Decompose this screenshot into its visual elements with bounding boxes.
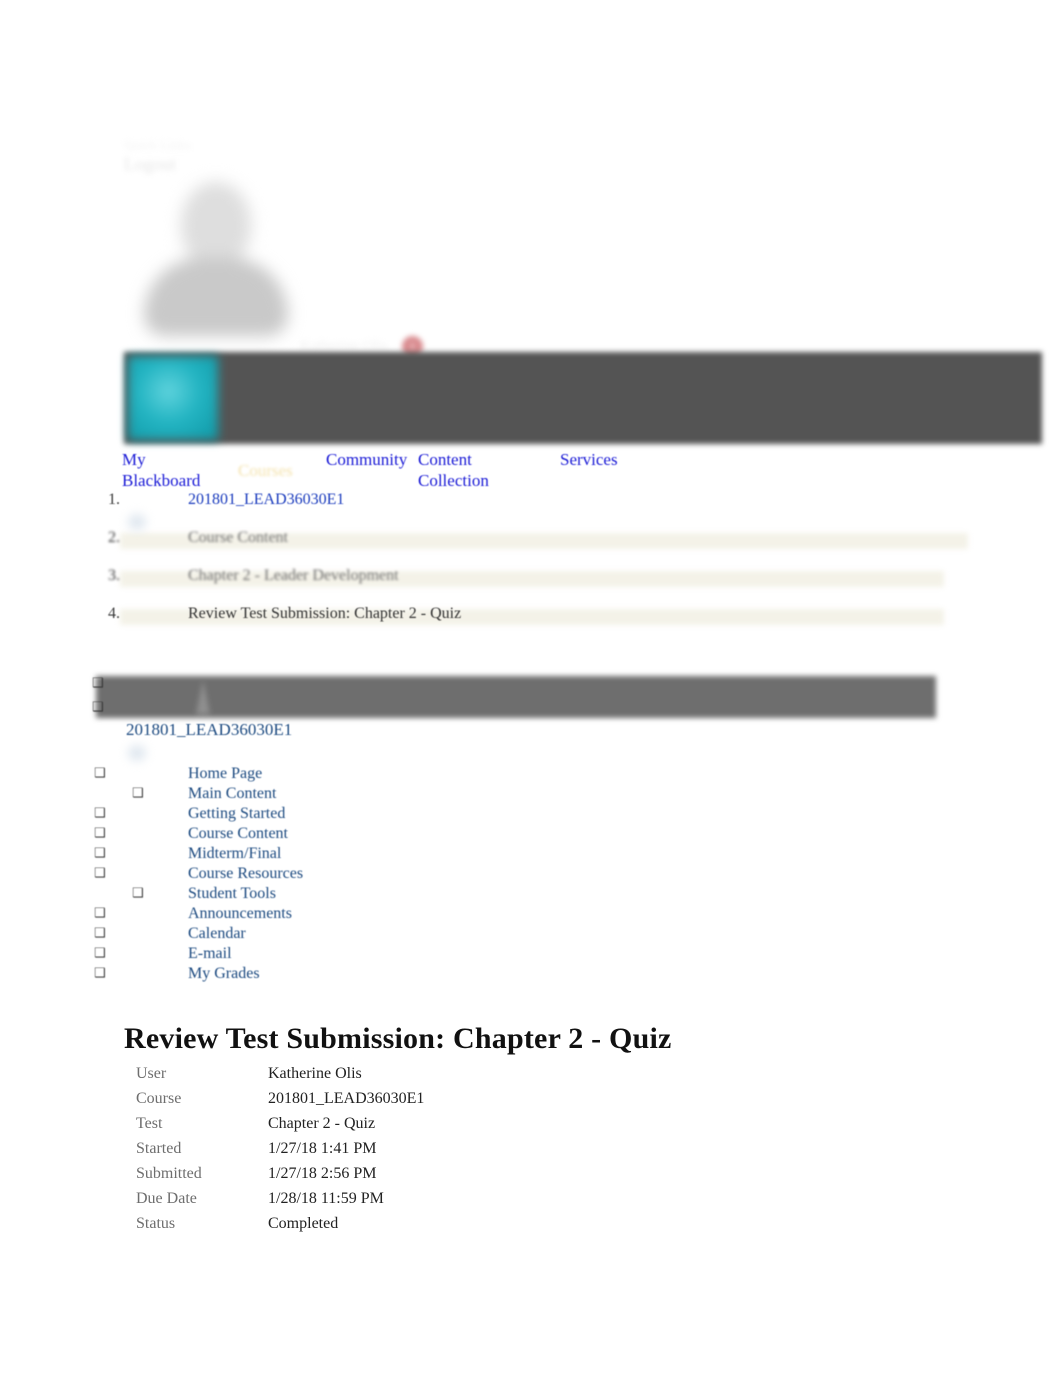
breadcrumb-item-chapter[interactable]: Chapter 2 - Leader Development (100, 564, 980, 602)
brand-logo-icon[interactable] (128, 356, 218, 440)
bullet-icon: ❑ (132, 786, 144, 801)
bullet-icon: ❑ (94, 866, 106, 881)
course-menu-item-label: E-mail (188, 945, 232, 962)
submission-details-table: User Katherine Olis Course 201801_LEAD36… (136, 1062, 424, 1237)
course-menu-item-home-page[interactable]: ❑ Home Page (88, 764, 488, 784)
quick-links-region: Quick Links Logout (124, 136, 424, 175)
course-menu-item-label: Course Content (188, 825, 288, 842)
course-menu-item-student-tools[interactable]: ❑ Student Tools (88, 884, 488, 904)
bullet-icon: ❑ (94, 926, 106, 941)
course-menu: ❑ Home Page ❑ Main Content ❑ Getting Sta… (88, 764, 488, 984)
breadcrumb: 201801_LEAD36030E1 Course Content Chapte… (100, 488, 980, 640)
course-menu-item-label: Midterm/Final (188, 845, 282, 862)
nav-item-courses[interactable]: Courses (238, 460, 330, 481)
course-menu-glyph-icon[interactable]: ❑ (92, 700, 104, 715)
detail-value: Katherine Olis (268, 1065, 362, 1082)
header-bar (124, 352, 1042, 444)
bullet-icon: ❑ (94, 806, 106, 821)
detail-key: Test (136, 1115, 163, 1132)
course-menu-item-announcements[interactable]: ❑ Announcements (88, 904, 488, 924)
nav-item-content-collection[interactable]: Content Collection (418, 449, 510, 491)
course-menu-item-label: Student Tools (188, 885, 276, 902)
bullet-icon: ❑ (132, 886, 144, 901)
course-menu-item-label: Main Content (188, 785, 277, 802)
page-title: Review Test Submission: Chapter 2 - Quiz (124, 1022, 672, 1056)
course-id-link[interactable]: 201801_LEAD36030E1 (126, 720, 292, 740)
course-menu-item-main-content[interactable]: ❑ Main Content (88, 784, 488, 804)
course-menu-item-midterm-final[interactable]: ❑ Midterm/Final (88, 844, 488, 864)
nav-item-my-blackboard[interactable]: My Blackboard (122, 449, 214, 491)
detail-value: 1/28/18 11:59 PM (268, 1190, 384, 1207)
course-menu-item-label: Announcements (188, 905, 292, 922)
table-row: Test Chapter 2 - Quiz (136, 1112, 424, 1137)
table-row: Started 1/27/18 1:41 PM (136, 1137, 424, 1162)
bullet-icon: ❑ (94, 946, 106, 961)
detail-key: User (136, 1065, 167, 1082)
detail-key: Started (136, 1140, 182, 1157)
bullet-icon: ❑ (94, 766, 106, 781)
table-row: Due Date 1/28/18 11:59 PM (136, 1187, 424, 1212)
breadcrumb-item-course[interactable]: 201801_LEAD36030E1 (100, 488, 980, 526)
nav-item-community[interactable]: Community (326, 449, 418, 470)
breadcrumb-item-course-content[interactable]: Course Content (100, 526, 980, 564)
detail-key: Status (136, 1215, 176, 1232)
detail-value: Completed (268, 1215, 339, 1232)
course-icon-smudge (128, 745, 146, 761)
detail-value: 201801_LEAD36030E1 (268, 1090, 425, 1107)
detail-key: Course (136, 1090, 182, 1107)
course-menu-item-label: Getting Started (188, 805, 286, 822)
detail-value: 1/27/18 2:56 PM (268, 1165, 377, 1182)
course-menu-item-label: Home Page (188, 765, 263, 782)
quick-links-label[interactable]: Quick Links (124, 136, 424, 153)
nav-item-services[interactable]: Services (560, 449, 652, 470)
course-menu-item-label: Calendar (188, 925, 246, 942)
course-menu-item-email[interactable]: ❑ E-mail (88, 944, 488, 964)
table-row: Status Completed (136, 1212, 424, 1237)
course-menu-item-calendar[interactable]: ❑ Calendar (88, 924, 488, 944)
avatar-body-shape (144, 258, 288, 336)
course-menu-item-getting-started[interactable]: ❑ Getting Started (88, 804, 488, 824)
course-menu-item-label: Course Resources (188, 865, 304, 882)
course-menu-item-label: My Grades (188, 965, 260, 982)
bullet-icon: ❑ (94, 906, 106, 921)
course-menu-item-course-resources[interactable]: ❑ Course Resources (88, 864, 488, 884)
table-row: User Katherine Olis (136, 1062, 424, 1087)
user-silhouette-icon (181, 182, 251, 266)
table-row: Course 201801_LEAD36030E1 (136, 1087, 424, 1112)
course-menu-glyph-icon[interactable]: ❑ (92, 676, 104, 691)
course-menu-item-my-grades[interactable]: ❑ My Grades (88, 964, 488, 984)
bullet-icon: ❑ (94, 846, 106, 861)
detail-key: Due Date (136, 1190, 197, 1207)
logout-link[interactable]: Logout (124, 153, 424, 175)
table-row: Submitted 1/27/18 2:56 PM (136, 1162, 424, 1187)
breadcrumb-item-current: Review Test Submission: Chapter 2 - Quiz (108, 602, 462, 626)
course-menu-pointer-icon (196, 680, 210, 714)
course-menu-bar (96, 676, 936, 718)
course-menu-item-course-content[interactable]: ❑ Course Content (88, 824, 488, 844)
detail-key: Submitted (136, 1165, 202, 1182)
bullet-icon: ❑ (94, 826, 106, 841)
avatar (136, 176, 296, 336)
bullet-icon: ❑ (94, 966, 106, 981)
detail-value: 1/27/18 1:41 PM (268, 1140, 377, 1157)
detail-value: Chapter 2 - Quiz (268, 1115, 376, 1132)
